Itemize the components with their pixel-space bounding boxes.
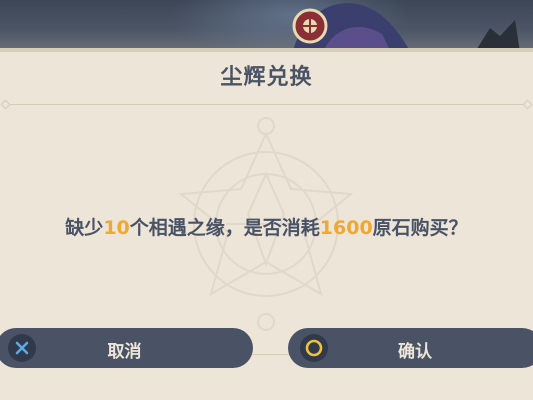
purchase-prompt: 缺少10个相遇之缘，是否消耗1600原石购买？ (0, 212, 533, 244)
screen: 尘辉兑换 缺少10个相遇之缘，是否消耗1600原石购买？ 取消 确认 (0, 0, 533, 400)
primogem-cost: 1600 (319, 217, 373, 239)
prompt-text-start: 缺少 (65, 217, 104, 239)
dialog-title: 尘辉兑换 (220, 65, 313, 90)
background-scene (0, 0, 533, 52)
prompt-text-end: 原石购买？ (372, 217, 468, 239)
background-object-icon (475, 20, 520, 52)
character-hat-icon (292, 3, 411, 52)
cancel-x-icon (8, 334, 36, 362)
cancel-button[interactable]: 取消 (0, 328, 253, 368)
missing-count: 10 (103, 217, 130, 239)
confirm-button-label: 确认 (398, 342, 432, 362)
prompt-text-middle: 个相遇之缘，是否消耗 (129, 217, 320, 239)
title-divider (8, 104, 525, 105)
confirm-circle-icon (300, 334, 328, 362)
dialog-top-border (0, 48, 533, 52)
cancel-button-label: 取消 (107, 342, 142, 362)
confirm-button[interactable]: 确认 (288, 328, 533, 368)
